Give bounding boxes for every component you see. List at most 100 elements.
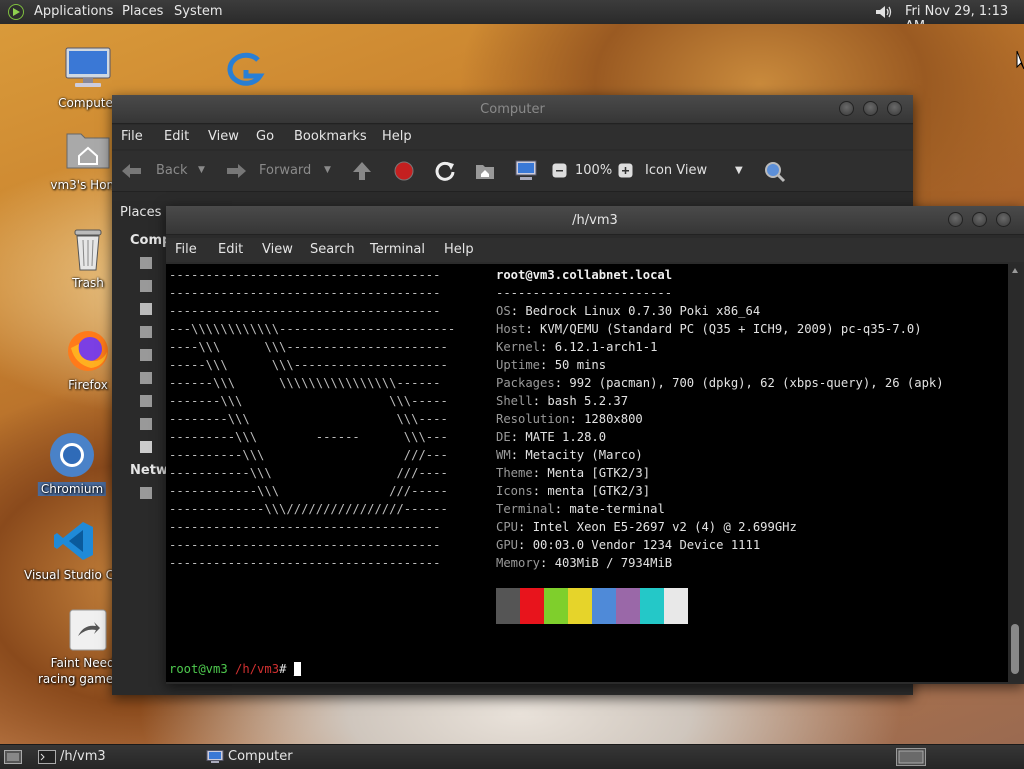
info-row: Packages: 992 (pacman), 700 (dpkg), 62 (… — [496, 376, 944, 390]
minimize-button[interactable] — [839, 101, 854, 116]
info-row: Theme: Menta [GTK2/3] — [496, 466, 651, 480]
color-swatch — [664, 588, 688, 624]
menu-help[interactable]: Help — [444, 242, 474, 257]
sidebar-item-icons — [140, 257, 152, 464]
info-row: WM: Metacity (Marco) — [496, 448, 643, 462]
forward-dropdown-icon[interactable]: ▼ — [324, 165, 331, 175]
info-key: Host — [496, 322, 526, 336]
search-icon[interactable] — [764, 161, 786, 183]
close-button[interactable] — [996, 212, 1011, 227]
desktop-icon-chromium[interactable]: Chromium — [22, 430, 122, 500]
menu-places[interactable]: Places — [122, 4, 163, 19]
view-mode-dropdown-icon[interactable]: ▼ — [735, 165, 743, 176]
menu-view[interactable]: View — [208, 129, 239, 144]
terminal-output[interactable]: ------------------------------------- --… — [166, 264, 1008, 682]
menu-help[interactable]: Help — [382, 129, 412, 144]
show-desktop-icon[interactable] — [4, 750, 22, 764]
menu-system[interactable]: System — [174, 4, 222, 19]
menu-file[interactable]: File — [175, 242, 197, 257]
stop-icon[interactable] — [394, 161, 414, 181]
terminal-menubar: File Edit View Search Terminal Help — [166, 238, 1024, 262]
folder-icon[interactable] — [140, 395, 152, 407]
sidebar-section-network: Netw — [130, 463, 168, 478]
folder-icon[interactable] — [140, 326, 152, 338]
info-row: Terminal: mate-terminal — [496, 502, 665, 516]
info-value: 00:03.0 Vendor 1234 Device 1111 — [532, 538, 761, 552]
back-dropdown-icon[interactable]: ▼ — [198, 165, 205, 175]
menu-view[interactable]: View — [262, 242, 293, 257]
back-button[interactable]: Back — [156, 163, 188, 178]
trash-icon — [74, 229, 102, 271]
system-info: root@vm3.collabnet.local ---------------… — [496, 266, 944, 572]
menu-applications[interactable]: Applications — [34, 4, 113, 19]
info-row: GPU: 00:03.0 Vendor 1234 Device 1111 — [496, 538, 761, 552]
info-row: Memory: 403MiB / 7934MiB — [496, 556, 673, 570]
desktop-icon-label: Visual Studio Code — [24, 568, 137, 582]
desktop-icon-vscode[interactable]: Visual Studio Code — [24, 518, 137, 588]
info-key: Theme — [496, 466, 533, 480]
up-arrow-icon[interactable] — [352, 161, 372, 181]
info-value: 992 (pacman), 700 (dpkg), 62 (xbps-query… — [569, 376, 944, 390]
folder-icon[interactable] — [140, 349, 152, 361]
info-value: menta [GTK2/3] — [547, 484, 651, 498]
text-cursor: _ — [293, 662, 302, 676]
folder-icon[interactable] — [140, 418, 152, 430]
menu-bookmarks[interactable]: Bookmarks — [294, 129, 367, 144]
firefox-icon — [68, 331, 108, 371]
taskbar-item-computer[interactable]: Computer — [202, 747, 362, 767]
computer-icon — [206, 750, 224, 763]
home-icon[interactable] — [474, 161, 496, 181]
menu-terminal[interactable]: Terminal — [370, 242, 425, 257]
info-value: 6.12.1-arch1-1 — [554, 340, 658, 354]
forward-arrow-icon[interactable] — [226, 163, 246, 179]
maximize-button[interactable] — [972, 212, 987, 227]
info-key: Uptime — [496, 358, 541, 372]
zoom-level: 100% — [575, 163, 613, 178]
info-value: Metacity (Marco) — [525, 448, 643, 462]
info-key: Resolution — [496, 412, 570, 426]
minimize-button[interactable] — [948, 212, 963, 227]
scroll-up-icon[interactable] — [1012, 268, 1018, 273]
volume-icon[interactable] — [874, 4, 894, 20]
folder-icon[interactable] — [140, 372, 152, 384]
file-manager-titlebar[interactable]: Computer — [112, 95, 913, 124]
zoom-out-icon[interactable] — [552, 163, 567, 178]
info-key: WM — [496, 448, 511, 462]
scrollbar-thumb[interactable] — [1011, 624, 1019, 674]
network-icon[interactable] — [140, 487, 152, 499]
terminal-titlebar[interactable]: /h/vm3 — [166, 206, 1024, 235]
info-row: Icons: menta [GTK2/3] — [496, 484, 651, 498]
menu-edit[interactable]: Edit — [164, 129, 189, 144]
info-value: 1280x800 — [584, 412, 643, 426]
window-title: Computer — [480, 102, 545, 117]
workspace-switcher-icon[interactable] — [896, 748, 926, 766]
forward-button[interactable]: Forward — [259, 163, 311, 178]
command-prompt[interactable]: root@vm3 /h/vm3# _ — [169, 660, 302, 678]
folder-icon[interactable] — [140, 257, 152, 269]
close-button[interactable] — [887, 101, 902, 116]
taskbar-item-terminal[interactable]: /h/vm3 — [34, 747, 194, 767]
menu-search[interactable]: Search — [310, 242, 355, 257]
menu-go[interactable]: Go — [256, 129, 274, 144]
info-value: 50 mins — [554, 358, 607, 372]
reload-icon[interactable] — [434, 160, 456, 182]
zoom-in-icon[interactable] — [618, 163, 633, 178]
terminal-scrollbar[interactable] — [1008, 264, 1022, 682]
folder-icon[interactable] — [140, 280, 152, 292]
info-key: CPU — [496, 520, 519, 534]
sidebar-title[interactable]: Places — [120, 205, 161, 220]
mate-logo-icon[interactable] — [8, 4, 24, 20]
info-row: Kernel: 6.12.1-arch1-1 — [496, 340, 658, 354]
info-value: bash 5.2.37 — [547, 394, 629, 408]
trash-small-icon[interactable] — [140, 441, 152, 453]
user-host: root@vm3.collabnet.local — [496, 268, 673, 282]
computer-view-icon[interactable] — [514, 160, 538, 182]
view-mode-select[interactable]: Icon View — [645, 163, 707, 178]
maximize-button[interactable] — [863, 101, 878, 116]
info-key: Packages — [496, 376, 555, 390]
menu-edit[interactable]: Edit — [218, 242, 243, 257]
menu-file[interactable]: File — [121, 129, 143, 144]
info-value: 403MiB / 7934MiB — [554, 556, 673, 570]
back-arrow-icon[interactable] — [122, 163, 142, 179]
file-icon[interactable] — [140, 303, 152, 315]
